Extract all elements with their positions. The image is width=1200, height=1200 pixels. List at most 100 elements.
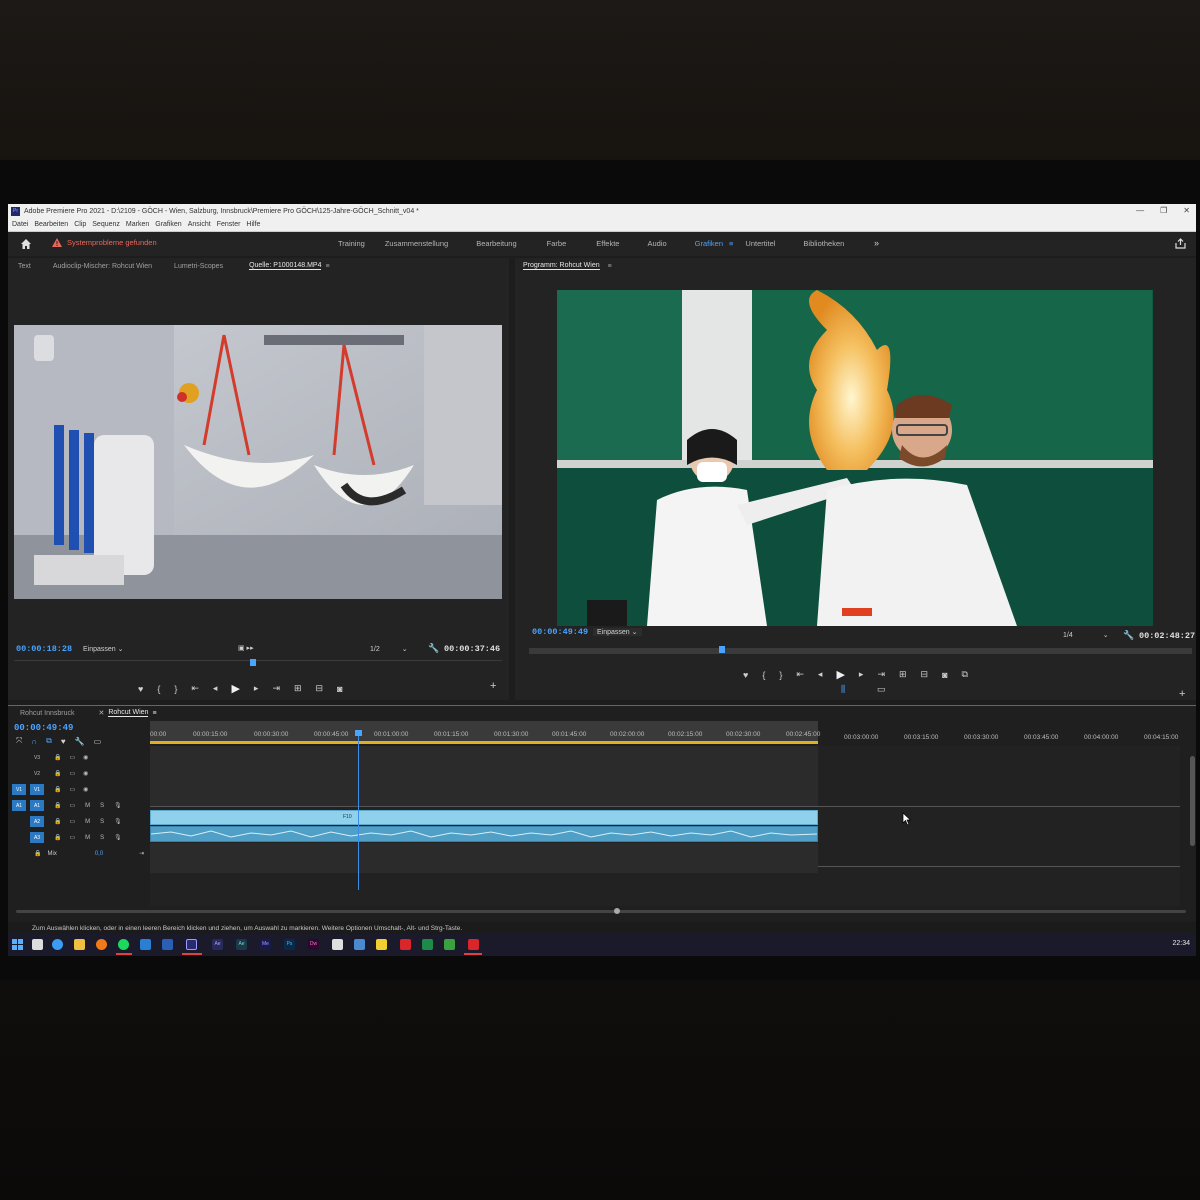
mark-in-icon[interactable]: {	[157, 684, 160, 694]
comparison-view-icon[interactable]: ⧉	[962, 669, 968, 680]
app-icon[interactable]	[332, 939, 343, 950]
workspace-zusammenstellung[interactable]: Zusammenstellung	[385, 239, 448, 248]
play-icon[interactable]: ▶	[836, 668, 844, 681]
vertical-scrollbar[interactable]	[1190, 756, 1195, 846]
audio-clip-strip[interactable]	[150, 826, 818, 842]
add-marker-icon[interactable]: ♥	[61, 737, 66, 746]
mute-button[interactable]: M	[85, 835, 90, 841]
workspace-grafiken[interactable]: Grafiken	[695, 239, 723, 248]
time-ruler[interactable]: 00:00 00:00:15:00 00:00:30:00 00:00:45:0…	[150, 721, 1186, 745]
track-source-patch[interactable]	[12, 832, 26, 843]
menu-fenster[interactable]: Fenster	[217, 221, 241, 228]
microphone-icon[interactable]: 🎙	[114, 834, 122, 841]
go-to-out-icon[interactable]: ⇥	[272, 683, 280, 694]
tab-text[interactable]: Text	[18, 263, 31, 270]
overwrite-icon[interactable]: ⊟	[316, 683, 324, 694]
program-panel-menu-icon[interactable]: ≡	[608, 263, 612, 270]
track-target[interactable]: V3	[30, 752, 44, 763]
menu-bearbeiten[interactable]: Bearbeiten	[34, 221, 68, 228]
track-target[interactable]: V2	[30, 768, 44, 779]
word-icon[interactable]	[162, 939, 173, 950]
app-icon[interactable]	[444, 939, 455, 950]
source-playhead[interactable]	[250, 659, 256, 666]
track-target-a1[interactable]: A1	[30, 800, 44, 811]
snap-icon[interactable]: ∩	[31, 737, 37, 746]
premiere-taskbar-icon[interactable]	[186, 939, 197, 950]
export-frame-icon[interactable]: ◙	[942, 670, 947, 680]
app-icon[interactable]	[354, 939, 365, 950]
play-icon[interactable]: ▶	[231, 682, 239, 695]
source-patch-v1[interactable]: V1	[12, 784, 26, 795]
go-to-out-icon[interactable]: ⇥	[877, 669, 885, 680]
source-timecode[interactable]: 00:00:18:28	[16, 644, 72, 654]
add-button-icon[interactable]: +	[490, 680, 496, 692]
program-scrub-bar[interactable]	[529, 646, 1192, 654]
workspace-bearbeitung[interactable]: Bearbeitung	[476, 239, 516, 248]
track-source-patch[interactable]	[12, 768, 26, 779]
mute-button[interactable]: M	[85, 803, 90, 809]
wrench-icon[interactable]: 🔧	[1123, 630, 1134, 641]
track-source-patch[interactable]	[12, 752, 26, 763]
track-lock-sync-icons[interactable]: 🔒▭	[54, 818, 83, 825]
menu-marken[interactable]: Marken	[126, 221, 149, 228]
workspace-untertitel[interactable]: Untertitel	[745, 239, 775, 248]
workspace-farbe[interactable]: Farbe	[547, 239, 567, 248]
playhead-handle[interactable]	[355, 730, 362, 736]
tab-source[interactable]: Quelle: P1000148.MP4	[249, 262, 322, 270]
more-workspaces-icon[interactable]: »	[874, 238, 879, 248]
system-warning[interactable]: Systemprobleme gefunden	[52, 238, 157, 247]
source-scrub-bar[interactable]	[14, 659, 502, 670]
track-lock-sync-icons[interactable]: 🔒▭	[54, 834, 83, 841]
extract-icon[interactable]: ⊟	[921, 669, 929, 680]
menu-hilfe[interactable]: Hilfe	[246, 221, 260, 228]
step-forward-icon[interactable]: ▸	[859, 669, 864, 680]
program-resolution-dropdown[interactable]: 1/4 ⌄	[1063, 631, 1109, 639]
workspace-audio[interactable]: Audio	[647, 239, 666, 248]
close-icon[interactable]: ✕	[98, 709, 104, 717]
tab-rohcut-wien[interactable]: Rohcut Wien	[108, 709, 149, 717]
after-effects-icon[interactable]: Ae	[212, 939, 223, 950]
acrobat-icon[interactable]	[400, 939, 411, 950]
go-to-end-icon[interactable]: ⇥	[139, 850, 144, 857]
task-view-icon[interactable]	[32, 939, 43, 950]
track-lock-sync-icons[interactable]: 🔒▭	[54, 802, 83, 809]
add-button-icon[interactable]: +	[1179, 688, 1185, 700]
track-lock-sync-visibility-icons[interactable]: 🔒▭◉	[54, 770, 96, 777]
horizontal-scrollbar[interactable]	[16, 908, 1186, 914]
marker-icon[interactable]: ♥	[743, 670, 748, 680]
safe-margins-icon[interactable]: ▭	[877, 684, 886, 695]
audition-icon[interactable]: Ae	[236, 939, 247, 950]
mute-button[interactable]: M	[85, 819, 90, 825]
lift-icon[interactable]: ⊞	[899, 669, 907, 680]
dreamweaver-icon[interactable]: Dw	[308, 939, 319, 950]
linked-selection-icon[interactable]: ⧉	[46, 736, 52, 746]
track-lock-sync-visibility-icons[interactable]: 🔒▭◉	[54, 786, 96, 793]
menu-clip[interactable]: Clip	[74, 221, 86, 228]
microphone-icon[interactable]: 🎙	[114, 818, 122, 825]
insert-icon[interactable]: ⊞	[294, 683, 302, 694]
microphone-icon[interactable]: 🎙	[114, 802, 122, 809]
mix-value[interactable]: 0,0	[95, 851, 103, 857]
video-clip-strip[interactable]: F10	[150, 810, 818, 825]
mark-out-icon[interactable]: }	[779, 670, 782, 680]
track-target-a2[interactable]: A2	[30, 816, 44, 827]
photoshop-icon[interactable]: Ps	[284, 939, 295, 950]
home-icon[interactable]	[20, 238, 32, 250]
program-timecode[interactable]: 00:00:49:49	[532, 627, 588, 637]
outlook-icon[interactable]	[140, 939, 151, 950]
menu-ansicht[interactable]: Ansicht	[188, 221, 211, 228]
source-patch-a1[interactable]: A1	[12, 800, 26, 811]
marker-icon[interactable]: ♥	[138, 684, 143, 694]
solo-button[interactable]: S	[100, 835, 104, 841]
minimize-icon[interactable]: —	[1136, 206, 1144, 215]
track-target-v1[interactable]: V1	[30, 784, 44, 795]
track-lock-sync-visibility-icons[interactable]: 🔒▭◉	[54, 754, 96, 761]
captions-icon[interactable]: ▭	[94, 737, 102, 746]
step-back-icon[interactable]: ◂	[818, 669, 823, 680]
acrobat-icon[interactable]	[468, 939, 479, 950]
sticky-notes-icon[interactable]	[376, 939, 387, 950]
source-panel-menu-icon[interactable]: ≡	[325, 263, 329, 270]
program-video-frame[interactable]	[557, 290, 1153, 626]
source-fit-dropdown[interactable]: Einpassen ⌄	[83, 645, 124, 653]
close-icon[interactable]: ✕	[1183, 206, 1190, 215]
